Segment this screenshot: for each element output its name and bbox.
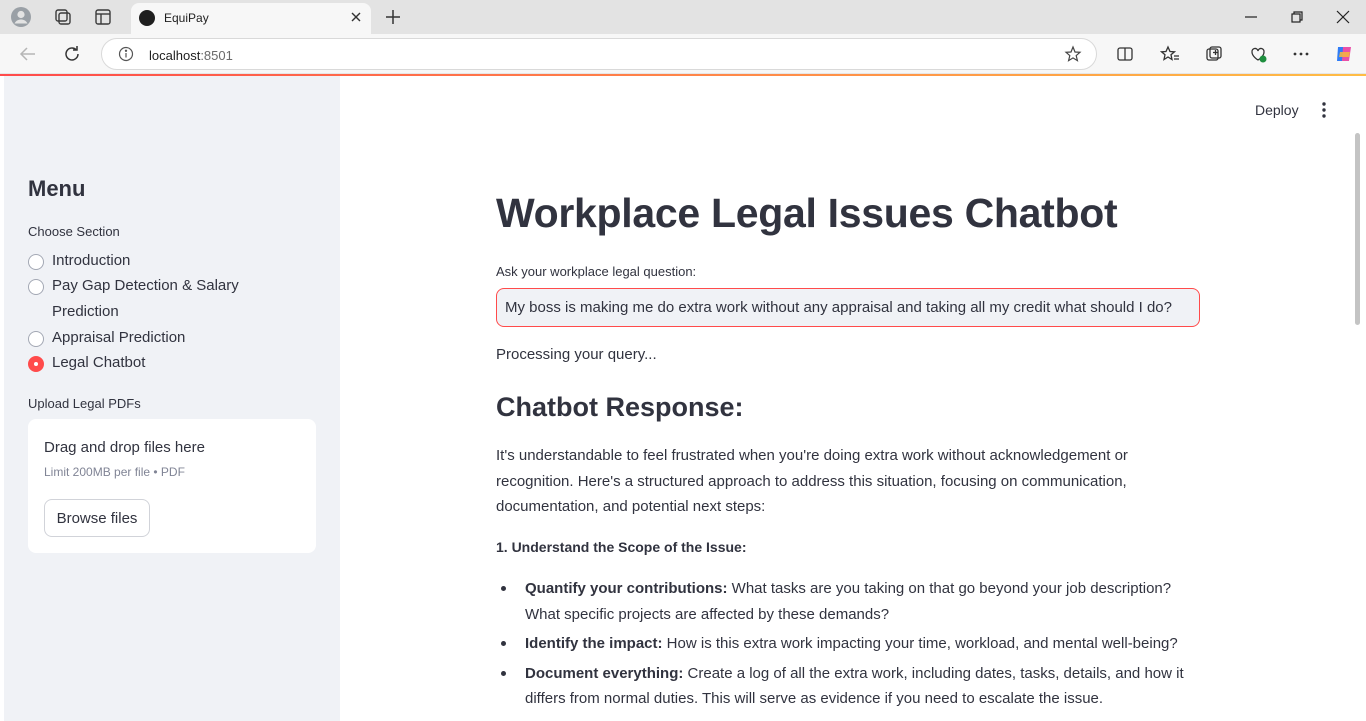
list-item: Quantify your contributions: What tasks … [496,576,1200,627]
list-item: Identify the impact: How is this extra w… [496,631,1200,657]
radio-introduction[interactable]: Introduction [28,252,130,274]
sidebar-title: Menu [28,176,86,201]
processing-status: Processing your query... [496,346,657,363]
question-input[interactable] [496,288,1200,327]
radio-circle[interactable] [28,254,44,270]
address-bar-row: localhost:8501 [0,34,1366,74]
url-port: :8501 [200,48,233,63]
response-heading: Chatbot Response: [496,392,744,422]
refresh-icon[interactable] [61,43,83,65]
close-window-icon[interactable] [1334,8,1352,26]
bullet-title: Identify the impact: [525,635,663,652]
response-intro: It's understandable to feel frustrated w… [496,447,1128,515]
radio-label: Appraisal Prediction [52,329,186,346]
main-menu-icon[interactable] [1316,101,1332,119]
browser-tab-bar: EquiPay [0,0,1366,34]
list-item: Document everything: Create a log of all… [496,661,1200,712]
radio-legal-chatbot[interactable]: Legal Chatbot [28,354,145,376]
choose-section-label: Choose Section [28,224,120,239]
tab-actions-icon[interactable] [92,6,114,28]
favorites-icon[interactable] [1160,44,1180,64]
collections-icon[interactable] [1204,44,1224,64]
browse-files-button[interactable]: Browse files [44,499,150,537]
radio-circle[interactable] [28,279,44,295]
radio-label: Pay Gap Detection & Salary Prediction [52,277,239,320]
url-field[interactable]: localhost:8501 [101,38,1097,70]
favorite-star-icon[interactable] [1064,45,1082,63]
split-screen-icon[interactable] [1115,44,1135,64]
radio-pay-gap-detection[interactable]: Pay Gap Detection & Salary Prediction [28,277,268,324]
radio-circle[interactable] [28,331,44,347]
site-info-icon[interactable] [118,46,134,62]
close-tab-icon[interactable] [348,9,364,25]
back-arrow-icon[interactable] [17,43,39,65]
response-bullets: Quantify your contributions: What tasks … [496,576,1200,716]
restore-icon[interactable] [1288,8,1306,26]
tab-title: EquiPay [164,11,209,25]
radio-circle-selected[interactable] [28,356,44,372]
url-text: localhost:8501 [149,48,233,63]
upload-label: Upload Legal PDFs [28,396,141,411]
file-dropzone[interactable]: Drag and drop files here Limit 200MB per… [28,419,316,553]
url-host: localhost [149,48,201,63]
bullet-title: Document everything: [525,664,684,682]
step-heading: 1. Understand the Scope of the Issue: [496,539,747,555]
radio-label: Legal Chatbot [52,354,146,371]
more-options-icon[interactable] [1291,44,1311,64]
deploy-button[interactable]: Deploy [1255,102,1299,118]
browser-essentials-icon[interactable] [1248,44,1268,64]
page-title: Workplace Legal Issues Chatbot [496,190,1118,236]
new-tab-icon[interactable] [382,6,404,28]
browser-tab-equipay[interactable]: EquiPay [131,3,371,34]
equipay-favicon-icon [139,10,155,26]
copilot-icon[interactable] [1333,43,1355,65]
workspaces-icon[interactable] [51,6,73,28]
dropzone-limit: Limit 200MB per file • PDF [44,465,185,479]
bullet-title: Quantify your contributions: [525,580,728,597]
profile-icon[interactable] [10,6,32,28]
question-label: Ask your workplace legal question: [496,264,697,279]
scrollbar[interactable] [1355,133,1360,325]
minimize-icon[interactable] [1242,8,1260,26]
sidebar: Menu Choose Section Introduction Pay Gap… [4,76,340,721]
bullet-text: How is this extra work impacting your ti… [662,635,1178,652]
radio-label: Introduction [52,252,131,269]
radio-appraisal-prediction[interactable]: Appraisal Prediction [28,329,185,351]
dropzone-instructions: Drag and drop files here [44,439,205,456]
